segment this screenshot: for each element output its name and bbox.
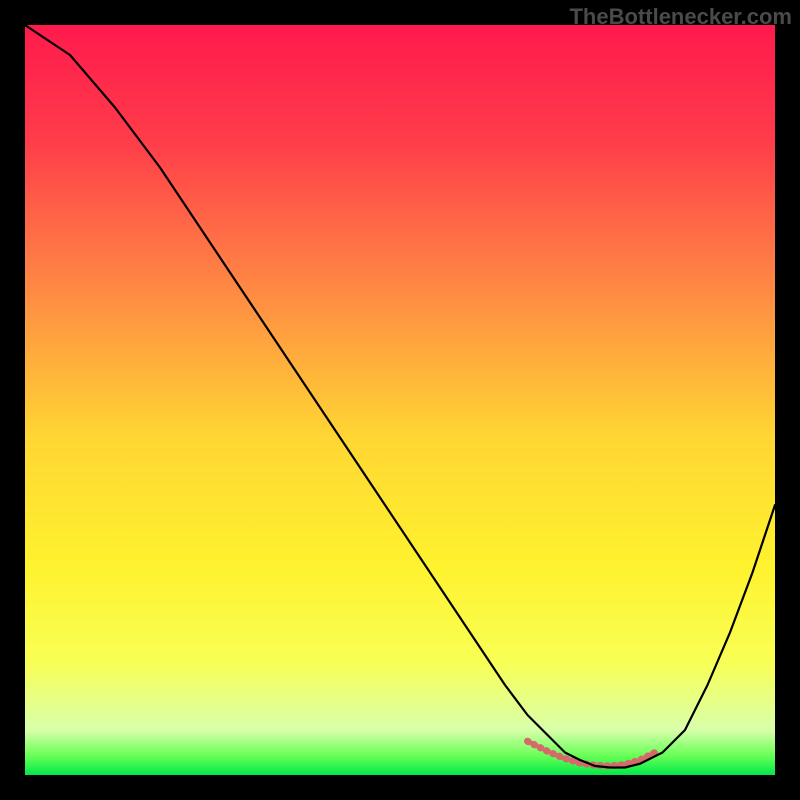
plot-area [25, 25, 775, 775]
chart-container: TheBottlenecker.com [0, 0, 800, 800]
watermark-text: TheBottlenecker.com [569, 4, 792, 30]
chart-background-gradient [25, 25, 775, 775]
